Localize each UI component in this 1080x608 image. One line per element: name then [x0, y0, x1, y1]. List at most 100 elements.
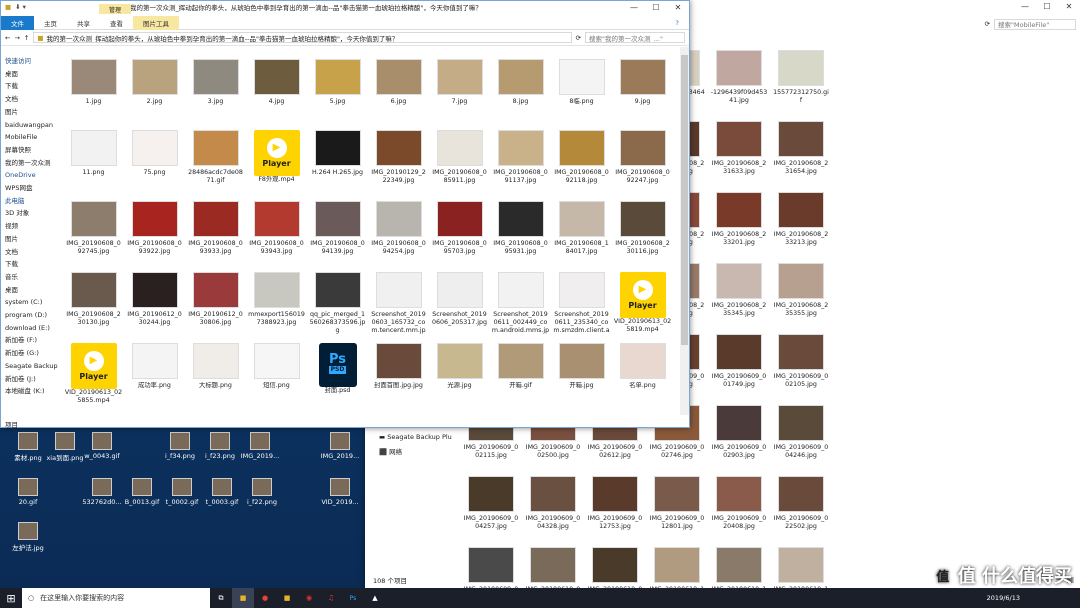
- chrome-icon[interactable]: ●: [254, 588, 276, 608]
- nav-item[interactable]: 下载: [1, 80, 59, 93]
- desktop-icon[interactable]: i_f23.png: [198, 432, 242, 460]
- nav-item[interactable]: program (D:): [1, 309, 59, 322]
- desktop-icon[interactable]: t_0003.gif: [200, 478, 244, 506]
- file-item[interactable]: IMG_20190609_004246.jpg: [770, 405, 832, 476]
- desktop-icon[interactable]: i_f22.png: [240, 478, 284, 506]
- nav-item[interactable]: 音乐: [1, 271, 59, 284]
- desktop-icon[interactable]: i_f34.png: [158, 432, 202, 460]
- nav-item[interactable]: 视频: [1, 220, 59, 233]
- desktop-icon[interactable]: 532762d0...: [80, 478, 124, 506]
- file-item[interactable]: 名单.png: [612, 343, 673, 414]
- up-icon[interactable]: ↑: [24, 34, 29, 42]
- file-item[interactable]: ▶ Player F8外观.mp4: [246, 130, 307, 201]
- file-item[interactable]: 开箱.gif: [490, 343, 551, 414]
- file-item[interactable]: IMG_20190608_235345.jpg: [708, 263, 770, 334]
- file-item[interactable]: 封面首图.jpg.jpg: [368, 343, 429, 414]
- file-item[interactable]: IMG_20190612_030806.jpg: [185, 272, 246, 343]
- nav-item[interactable]: Seagate Backup: [1, 360, 59, 373]
- file-item[interactable]: Screenshot_20190611_002449_com.android.m…: [490, 272, 551, 343]
- nav-item[interactable]: 文档: [1, 93, 59, 106]
- forward-icon[interactable]: →: [14, 34, 19, 42]
- file-item[interactable]: IMG_20190129_222349.jpg: [368, 130, 429, 201]
- nav-seagate[interactable]: ▬ Seagate Backup Plu: [379, 430, 452, 445]
- nav-item[interactable]: 图片: [1, 233, 59, 246]
- scrollbar[interactable]: [680, 47, 689, 415]
- file-item[interactable]: 成功率.png: [124, 343, 185, 414]
- tab-share[interactable]: 共享: [67, 18, 100, 28]
- nav-item[interactable]: system (C:): [1, 296, 59, 309]
- tab-home[interactable]: 主页: [34, 18, 67, 28]
- file-item[interactable]: 短信.png: [246, 343, 307, 414]
- nav-item[interactable]: MobileFile: [1, 131, 59, 144]
- file-item[interactable]: 7.jpg: [429, 59, 490, 130]
- desktop-icon[interactable]: w_0043.gif: [80, 432, 124, 460]
- tab-view[interactable]: 查看: [100, 18, 133, 28]
- file-item[interactable]: IMG_20190608_093922.jpg: [124, 201, 185, 272]
- file-item[interactable]: 2.jpg: [124, 59, 185, 130]
- desktop-icon[interactable]: 左护法.jpg: [6, 522, 50, 552]
- nav-item[interactable]: 屏幕快照: [1, 144, 59, 157]
- nav-item[interactable]: 3D 对象: [1, 207, 59, 220]
- file-item[interactable]: 28486acdc7de0871.gif: [185, 130, 246, 201]
- minimize-icon[interactable]: —: [623, 1, 645, 13]
- file-item[interactable]: IMG_20190612_030244.jpg: [124, 272, 185, 343]
- back-icon[interactable]: ←: [5, 34, 10, 42]
- file-item[interactable]: IMG_20190608_233213.jpg: [770, 192, 832, 263]
- file-item[interactable]: IMG_20190609_012753.jpg: [584, 476, 646, 547]
- search-input[interactable]: 搜索"MobileFile": [994, 18, 1076, 30]
- nav-item[interactable]: baiduwangpan: [1, 119, 59, 132]
- photos-icon[interactable]: ▲: [364, 588, 386, 608]
- nav-item[interactable]: 新加卷 (G:): [1, 347, 59, 360]
- file-item[interactable]: 3.jpg: [185, 59, 246, 130]
- file-item[interactable]: 1.jpg: [63, 59, 124, 130]
- file-item[interactable]: IMG_20190608_231654.jpg: [770, 121, 832, 192]
- refresh-icon[interactable]: ⟳: [985, 20, 990, 28]
- file-item[interactable]: Ps PSD 封面.psd: [307, 343, 368, 414]
- file-item[interactable]: IMG_20190608_095703.jpg: [429, 201, 490, 272]
- taskbar-search[interactable]: ○ 在这里输入你要搜索的内容: [22, 588, 210, 608]
- file-item[interactable]: 11.png: [63, 130, 124, 201]
- file-item[interactable]: IMG_20190608_093933.jpg: [185, 201, 246, 272]
- file-item[interactable]: IMG_20190608_230130.jpg: [63, 272, 124, 343]
- nav-item[interactable]: 我的第一次众测: [1, 157, 59, 170]
- minimize-icon[interactable]: —: [1014, 0, 1036, 12]
- file-item[interactable]: IMG_20190608_094139.jpg: [307, 201, 368, 272]
- file-item[interactable]: 6.jpg: [368, 59, 429, 130]
- file-item[interactable]: IMG_20190609_001749.jpg: [708, 334, 770, 405]
- file-item[interactable]: Screenshot_20190603_165732_com.tencent.m…: [368, 272, 429, 343]
- desktop-icon[interactable]: t_0002.gif: [160, 478, 204, 506]
- maximize-icon[interactable]: ☐: [645, 1, 667, 13]
- file-item[interactable]: IMG_20190608_092745.jpg: [63, 201, 124, 272]
- nav-item[interactable]: 下载: [1, 258, 59, 271]
- close-icon[interactable]: ✕: [667, 1, 689, 13]
- netease-music-icon[interactable]: ♫: [320, 588, 342, 608]
- nav-item[interactable]: 新加卷 (F:): [1, 334, 59, 347]
- explorer-icon[interactable]: ■: [232, 588, 254, 608]
- refresh-icon[interactable]: ⟳: [576, 34, 581, 42]
- app-icon[interactable]: ◉: [298, 588, 320, 608]
- file-item[interactable]: 1557723127​50.gif: [770, 50, 832, 121]
- nav-item[interactable]: 图片: [1, 106, 59, 119]
- nav-item[interactable]: 桌面: [1, 68, 59, 81]
- qat-icon[interactable]: ⬇ ▾: [15, 3, 30, 11]
- file-item[interactable]: IMG_20190608_230116.jpg: [612, 201, 673, 272]
- search-input[interactable]: 搜索"我的第一次众测_...": [585, 32, 685, 43]
- desktop-icon[interactable]: IMG_2019...: [318, 432, 362, 460]
- folder-icon[interactable]: ■: [276, 588, 298, 608]
- file-item[interactable]: IMG_20190608_095931.jpg: [490, 201, 551, 272]
- nav-network[interactable]: ⬛ 网络: [379, 445, 452, 460]
- nav-item[interactable]: 桌面: [1, 284, 59, 297]
- file-item[interactable]: IMG_20190609_012801.jpg: [646, 476, 708, 547]
- file-item[interactable]: IMG_20190608_233201.jpg: [708, 192, 770, 263]
- nav-item[interactable]: 文档: [1, 246, 59, 259]
- file-item[interactable]: IMG_20190608_235355.jpg: [770, 263, 832, 334]
- file-item[interactable]: H.264 H.265.jpg: [307, 130, 368, 201]
- file-item[interactable]: 光源.jpg: [429, 343, 490, 414]
- file-item[interactable]: IMG_20190608_184017.jpg: [551, 201, 612, 272]
- file-item[interactable]: 4.jpg: [246, 59, 307, 130]
- desktop-icon[interactable]: 20.gif: [6, 478, 50, 506]
- file-item[interactable]: 75.png: [124, 130, 185, 201]
- file-item[interactable]: IMG_20190609_020408.jpg: [708, 476, 770, 547]
- file-item[interactable]: qq_pic_merged_1560268373596.jpg: [307, 272, 368, 343]
- file-item[interactable]: IMG_20190608_092118.jpg: [551, 130, 612, 201]
